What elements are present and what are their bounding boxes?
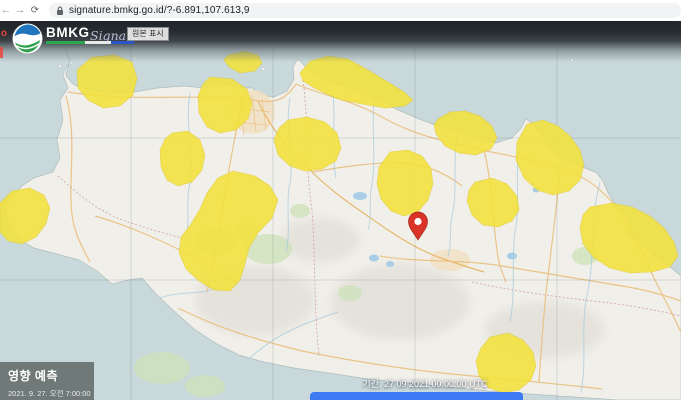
underline-white xyxy=(85,41,111,44)
forward-arrow-icon[interactable]: → xyxy=(14,0,26,21)
underline-blue xyxy=(111,41,134,44)
back-arrow-icon[interactable]: ← xyxy=(0,0,12,21)
browser-toolbar: ← → ⟳ signature.bmkg.go.id/?-6.891,107.6… xyxy=(0,0,681,21)
red-fragment xyxy=(0,47,3,58)
period-label: 기간, 27 09 2021 00:00:00 UTC xyxy=(345,377,505,390)
brand-title: BMKG xyxy=(46,25,90,40)
url-text: signature.bmkg.go.id/?-6.891,107.613,9 xyxy=(69,5,250,16)
bmkg-logo xyxy=(12,23,43,54)
impact-forecast-title: 영향 예측 xyxy=(8,367,94,384)
map-svg xyxy=(0,0,681,400)
impact-forecast-panel: 영향 예측 2021. 9. 27. 오전 7:00:00 xyxy=(0,362,94,400)
address-bar[interactable]: signature.bmkg.go.id/?-6.891,107.613,9 xyxy=(49,3,681,18)
underline-green xyxy=(46,41,85,44)
refresh-icon[interactable]: ⟳ xyxy=(29,0,41,21)
google-ghost-fragment: o xyxy=(1,28,7,39)
bmkg-signature-app: BMKG Signature 원본 표시 o 영향 예측 2021. 9. 27… xyxy=(0,0,681,400)
brand-underline xyxy=(46,41,134,44)
translate-original-button[interactable]: 원본 표시 xyxy=(127,27,169,41)
map-canvas[interactable] xyxy=(0,0,681,400)
impact-forecast-datetime: 2021. 9. 27. 오전 7:00:00 xyxy=(8,388,94,399)
timeline-progress-bar[interactable] xyxy=(310,392,523,400)
lock-icon xyxy=(56,6,64,16)
